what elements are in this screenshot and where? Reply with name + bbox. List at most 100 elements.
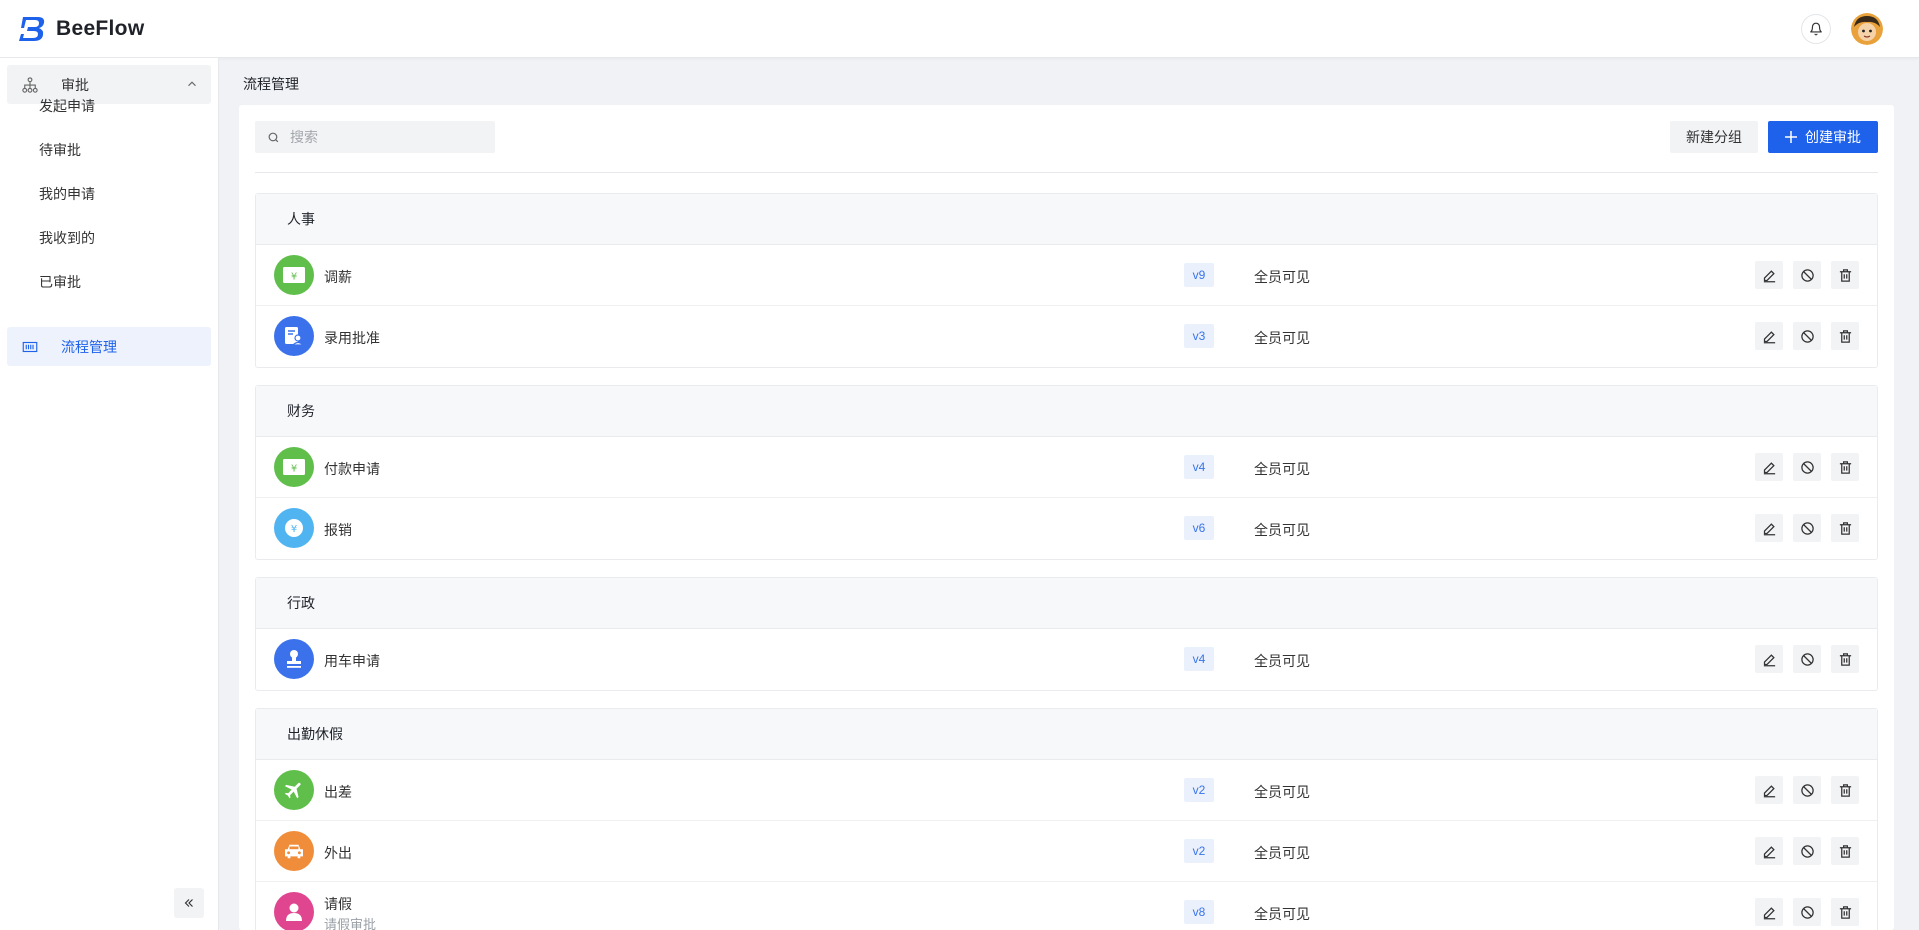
edit-button[interactable]	[1755, 837, 1783, 865]
edit-button[interactable]	[1755, 514, 1783, 542]
version-badge: v4	[1184, 647, 1214, 671]
sidebar-group-approval[interactable]: 审批	[7, 65, 211, 104]
user-avatar[interactable]	[1851, 13, 1883, 45]
process-name: 付款申请	[324, 461, 380, 477]
sidebar-item-my-requests[interactable]: 我的申请	[39, 184, 95, 204]
trash-icon	[1839, 844, 1851, 858]
delete-button[interactable]	[1831, 453, 1859, 481]
ban-icon	[1800, 268, 1814, 282]
table-row[interactable]: 用车申请 v4 全员可见	[256, 629, 1877, 690]
group-title: 人事	[256, 194, 1877, 245]
delete-button[interactable]	[1831, 837, 1859, 865]
stamp-icon	[274, 639, 314, 679]
delete-button[interactable]	[1831, 645, 1859, 673]
visibility-text: 全员可见	[1254, 269, 1310, 285]
create-approval-button[interactable]: 创建审批	[1768, 121, 1878, 153]
plus-icon	[1785, 131, 1797, 143]
hire-form-icon	[274, 316, 314, 356]
notification-button[interactable]	[1801, 14, 1831, 44]
delete-button[interactable]	[1831, 514, 1859, 542]
group-title: 行政	[256, 578, 1877, 629]
table-row[interactable]: 录用批准 v3 全员可见	[256, 306, 1877, 367]
svg-text:¥: ¥	[291, 524, 297, 535]
visibility-text: 全员可见	[1254, 784, 1310, 800]
visibility-text: 全员可见	[1254, 845, 1310, 861]
process-card: 新建分组 创建审批 人事 ¥ 调薪 v9 全员可见 录用批准 v3	[239, 105, 1894, 930]
sidebar-item-process-management[interactable]: 流程管理	[7, 327, 211, 366]
pencil-icon	[1763, 784, 1775, 797]
yen-coin-icon: ¥	[274, 508, 314, 548]
table-row[interactable]: 出差 v2 全员可见	[256, 760, 1877, 821]
delete-button[interactable]	[1831, 776, 1859, 804]
process-name: 调薪	[324, 269, 352, 285]
car-icon	[274, 831, 314, 871]
table-row[interactable]: ¥ 调薪 v9 全员可见	[256, 245, 1877, 306]
table-row[interactable]: ¥ 报销 v6 全员可见	[256, 498, 1877, 559]
app-logo[interactable]: BeeFlow	[18, 15, 144, 43]
app-name: BeeFlow	[56, 16, 145, 40]
edit-button[interactable]	[1755, 645, 1783, 673]
trash-icon	[1839, 268, 1851, 282]
disable-button[interactable]	[1793, 837, 1821, 865]
beeflow-logo-icon	[19, 16, 45, 41]
collapse-sidebar-button[interactable]	[174, 888, 204, 918]
delete-button[interactable]	[1831, 322, 1859, 350]
table-row[interactable]: 请假 请假审批 v8 全员可见	[256, 882, 1877, 930]
disable-button[interactable]	[1793, 261, 1821, 289]
visibility-text: 全员可见	[1254, 330, 1310, 346]
sidebar-item-approved[interactable]: 已审批	[39, 272, 81, 292]
divider	[255, 172, 1878, 173]
sidebar-item-label: 流程管理	[61, 338, 117, 355]
delete-button[interactable]	[1831, 898, 1859, 926]
version-badge: v3	[1184, 324, 1214, 348]
trash-icon	[1839, 460, 1851, 474]
version-badge: v4	[1184, 455, 1214, 479]
disable-button[interactable]	[1793, 322, 1821, 350]
table-row[interactable]: ¥ 付款申请 v4 全员可见	[256, 437, 1877, 498]
create-approval-label: 创建审批	[1805, 129, 1861, 145]
search-input[interactable]	[290, 129, 490, 145]
disable-button[interactable]	[1793, 645, 1821, 673]
search-box[interactable]	[255, 121, 495, 153]
sidebar: 审批 发起申请 待审批 我的申请 我收到的 已审批 流程管理	[0, 58, 219, 930]
double-chevron-left-icon	[184, 899, 193, 907]
edit-button[interactable]	[1755, 322, 1783, 350]
search-icon	[268, 132, 279, 142]
group-admin: 行政 用车申请 v4 全员可见	[255, 577, 1878, 691]
new-group-button[interactable]: 新建分组	[1670, 121, 1758, 153]
visibility-text: 全员可见	[1254, 461, 1310, 477]
version-badge: v2	[1184, 839, 1214, 863]
svg-text:¥: ¥	[291, 272, 297, 283]
sidebar-item-pending[interactable]: 待审批	[39, 140, 81, 160]
pencil-icon	[1763, 269, 1775, 282]
trash-icon	[1839, 783, 1851, 797]
disable-button[interactable]	[1793, 776, 1821, 804]
edit-button[interactable]	[1755, 453, 1783, 481]
ban-icon	[1800, 783, 1814, 797]
disable-button[interactable]	[1793, 453, 1821, 481]
ban-icon	[1800, 905, 1814, 919]
ban-icon	[1800, 844, 1814, 858]
delete-button[interactable]	[1831, 261, 1859, 289]
visibility-text: 全员可见	[1254, 522, 1310, 538]
visibility-text: 全员可见	[1254, 906, 1310, 922]
pencil-icon	[1763, 522, 1775, 535]
ban-icon	[1800, 652, 1814, 666]
group-title: 财务	[256, 386, 1877, 437]
trash-icon	[1839, 905, 1851, 919]
bell-icon	[1810, 22, 1822, 36]
disable-button[interactable]	[1793, 898, 1821, 926]
edit-button[interactable]	[1755, 898, 1783, 926]
page-title: 流程管理	[243, 76, 299, 92]
edit-button[interactable]	[1755, 776, 1783, 804]
sidebar-item-start-request[interactable]: 发起申请	[39, 96, 95, 116]
pencil-icon	[1763, 653, 1775, 666]
disable-button[interactable]	[1793, 514, 1821, 542]
process-name: 录用批准	[324, 330, 380, 346]
edit-button[interactable]	[1755, 261, 1783, 289]
table-row[interactable]: 外出 v2 全员可见	[256, 821, 1877, 882]
sidebar-item-received[interactable]: 我收到的	[39, 228, 95, 248]
group-hr: 人事 ¥ 调薪 v9 全员可见 录用批准 v3 全员可见	[255, 193, 1878, 368]
barcode-icon	[22, 341, 38, 352]
chevron-up-icon	[188, 81, 196, 87]
